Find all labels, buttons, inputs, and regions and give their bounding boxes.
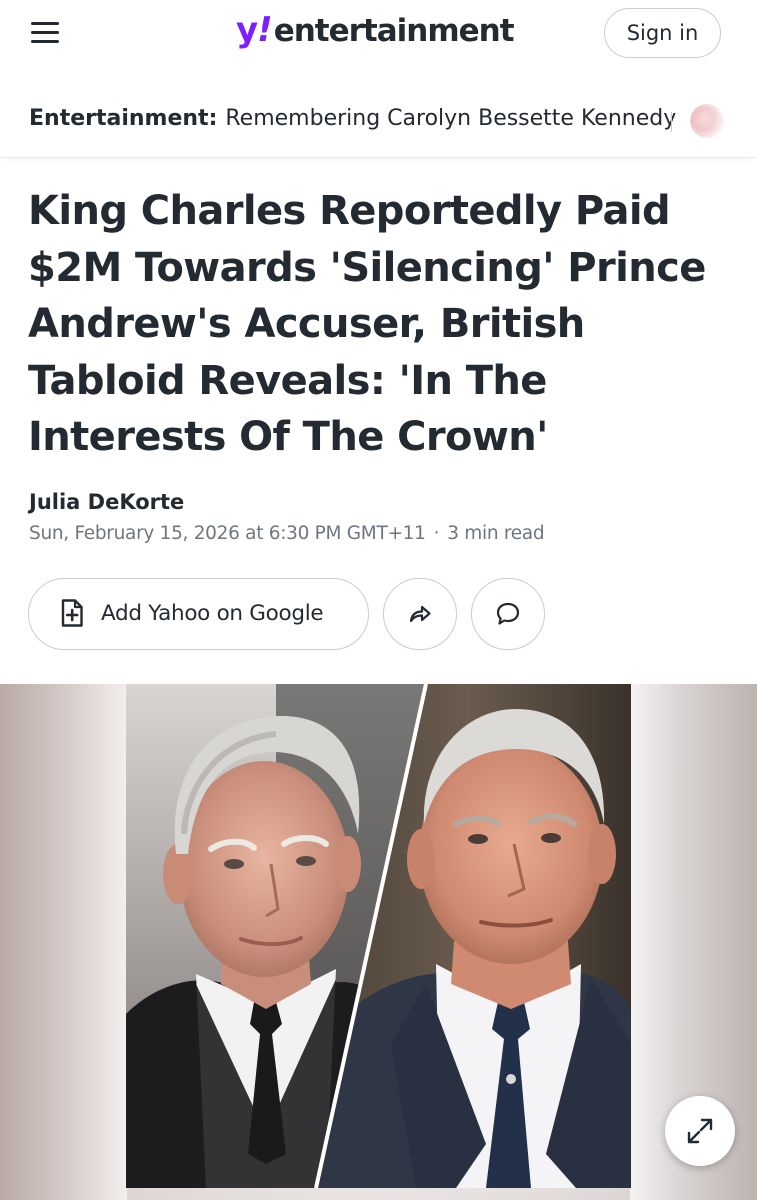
menu-line [31, 22, 59, 25]
add-document-icon [61, 599, 83, 627]
logo-y: y [236, 10, 258, 50]
menu-line [31, 40, 59, 43]
section-label: Entertainment: [29, 106, 218, 131]
section-nav-content: Entertainment: Remembering Carolyn Besse… [29, 106, 676, 131]
share-button[interactable] [383, 578, 457, 650]
publish-date: Sun, February 15, 2026 at 6:30 PM GMT+11 [29, 523, 426, 544]
meta-separator: · [433, 523, 440, 544]
add-yahoo-label: Add Yahoo on Google [101, 601, 324, 626]
article-headline: King Charles Reportedly Paid $2M Towards… [28, 188, 706, 460]
speech-bubble-icon [496, 602, 520, 625]
hero-background-left [0, 684, 127, 1200]
menu-line [31, 31, 59, 34]
comment-button[interactable] [471, 578, 545, 650]
section-nav: Entertainment: Remembering Carolyn Besse… [0, 90, 757, 158]
top-bar: y! entertainment Sign in [0, 0, 757, 66]
logo-bang: ! [257, 10, 273, 50]
article-meta: Sun, February 15, 2026 at 6:30 PM GMT+11… [29, 523, 545, 544]
sign-in-button[interactable]: Sign in [604, 8, 721, 58]
hamburger-icon[interactable] [31, 21, 61, 45]
share-arrow-icon [409, 605, 431, 623]
hero-image-container [0, 684, 757, 1200]
nav-fade [687, 90, 757, 156]
article-actions: Add Yahoo on Google [0, 578, 757, 650]
expand-icon [687, 1118, 713, 1144]
article-photo[interactable] [126, 684, 631, 1188]
read-time: 3 min read [447, 523, 545, 544]
nav-divider [671, 112, 672, 132]
add-yahoo-on-google-button[interactable]: Add Yahoo on Google [28, 578, 369, 650]
author-name[interactable]: Julia DeKorte [29, 490, 184, 514]
yahoo-entertainment-logo[interactable]: y! entertainment [236, 10, 515, 54]
expand-image-button[interactable] [665, 1096, 735, 1166]
logo-word: entertainment [273, 13, 515, 49]
trending-link[interactable]: Remembering Carolyn Bessette Kennedy [225, 106, 676, 131]
